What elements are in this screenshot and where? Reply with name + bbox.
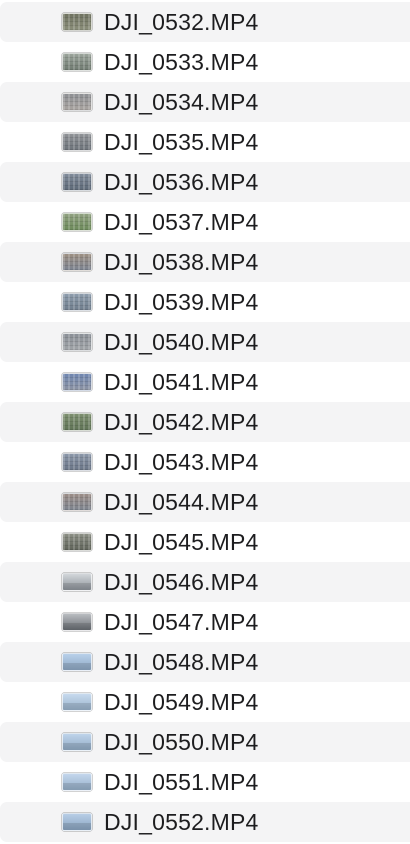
video-thumbnail-icon [62,413,92,431]
file-name: DJI_0550.MP4 [104,729,259,755]
file-name: DJI_0546.MP4 [104,569,259,595]
file-name: DJI_0539.MP4 [104,289,259,315]
file-name: DJI_0535.MP4 [104,129,259,155]
file-name: DJI_0537.MP4 [104,209,259,235]
video-thumbnail-icon [62,373,92,391]
file-row[interactable]: DJI_0536.MP4 [0,162,410,202]
file-row[interactable]: DJI_0545.MP4 [0,522,410,562]
file-name: DJI_0540.MP4 [104,329,259,355]
file-row[interactable]: DJI_0548.MP4 [0,642,410,682]
video-thumbnail-icon [62,213,92,231]
file-row[interactable]: DJI_0533.MP4 [0,42,410,82]
file-row[interactable]: DJI_0537.MP4 [0,202,410,242]
file-name: DJI_0552.MP4 [104,809,259,835]
file-row[interactable]: DJI_0532.MP4 [0,2,410,42]
file-name: DJI_0541.MP4 [104,369,259,395]
file-name: DJI_0545.MP4 [104,529,259,555]
file-name: DJI_0536.MP4 [104,169,259,195]
file-row[interactable]: DJI_0541.MP4 [0,362,410,402]
file-name: DJI_0551.MP4 [104,769,259,795]
video-thumbnail-icon [62,293,92,311]
file-name: DJI_0549.MP4 [104,689,259,715]
file-name: DJI_0543.MP4 [104,449,259,475]
video-thumbnail-icon [62,493,92,511]
file-row[interactable]: DJI_0544.MP4 [0,482,410,522]
video-thumbnail-icon [62,453,92,471]
file-row[interactable]: DJI_0549.MP4 [0,682,410,722]
file-row[interactable]: DJI_0546.MP4 [0,562,410,602]
file-name: DJI_0532.MP4 [104,9,259,35]
file-row[interactable]: DJI_0551.MP4 [0,762,410,802]
file-name: DJI_0547.MP4 [104,609,259,635]
file-name: DJI_0533.MP4 [104,49,259,75]
video-thumbnail-icon [62,533,92,551]
file-row[interactable]: DJI_0550.MP4 [0,722,410,762]
file-name: DJI_0542.MP4 [104,409,259,435]
file-row[interactable]: DJI_0538.MP4 [0,242,410,282]
video-thumbnail-icon [62,133,92,151]
video-thumbnail-icon [62,813,92,831]
file-name: DJI_0538.MP4 [104,249,259,275]
video-thumbnail-icon [62,613,92,631]
file-row[interactable]: DJI_0539.MP4 [0,282,410,322]
file-name: DJI_0548.MP4 [104,649,259,675]
video-thumbnail-icon [62,653,92,671]
file-row[interactable]: DJI_0547.MP4 [0,602,410,642]
file-row[interactable]: DJI_0534.MP4 [0,82,410,122]
video-thumbnail-icon [62,173,92,191]
file-row[interactable]: DJI_0542.MP4 [0,402,410,442]
file-row[interactable]: DJI_0543.MP4 [0,442,410,482]
video-thumbnail-icon [62,13,92,31]
video-thumbnail-icon [62,253,92,271]
video-thumbnail-icon [62,53,92,71]
video-thumbnail-icon [62,693,92,711]
video-thumbnail-icon [62,333,92,351]
video-thumbnail-icon [62,773,92,791]
file-name: DJI_0544.MP4 [104,489,259,515]
video-thumbnail-icon [62,573,92,591]
video-thumbnail-icon [62,93,92,111]
file-list: DJI_0532.MP4 DJI_0533.MP4 DJI_0534.MP4 DJI_… [0,0,410,844]
video-thumbnail-icon [62,733,92,751]
file-name: DJI_0534.MP4 [104,89,259,115]
file-row[interactable]: DJI_0540.MP4 [0,322,410,362]
file-row[interactable]: DJI_0552.MP4 [0,802,410,842]
file-row[interactable]: DJI_0535.MP4 [0,122,410,162]
